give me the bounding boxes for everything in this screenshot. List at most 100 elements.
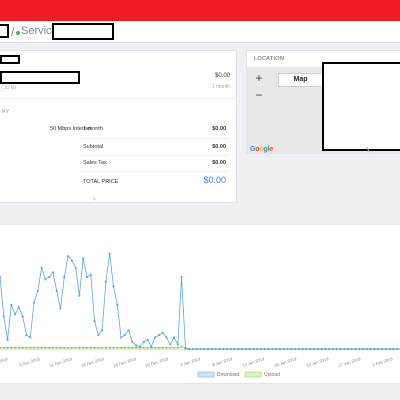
data-point-download <box>32 301 36 304</box>
redacted-box <box>52 23 114 40</box>
data-point-download <box>248 347 251 351</box>
legend-label-download: Download <box>217 372 239 378</box>
data-point-upload <box>89 346 92 349</box>
data-point-download <box>294 347 297 351</box>
zoom-in-button[interactable]: + <box>252 72 266 86</box>
data-point-download <box>384 347 387 351</box>
data-point-download <box>120 336 123 339</box>
data-point-download <box>70 259 73 262</box>
x-tick-label: 13 Jan 2019 <box>241 356 265 368</box>
legend-label-upload: Upload <box>264 372 280 378</box>
data-point-download <box>146 338 149 341</box>
data-point-download <box>82 257 85 260</box>
zoom-out-button[interactable]: − <box>252 89 266 103</box>
data-point-download <box>116 303 119 306</box>
data-point-download <box>343 347 346 351</box>
plan-summary-card: / 10 kb $0.00 1 month RY 50 Mbps Interne… <box>0 50 237 203</box>
chevron-down-icon[interactable]: ˅ <box>93 197 96 203</box>
data-point-download <box>312 347 316 351</box>
data-point-download <box>392 347 395 351</box>
data-point-upload <box>101 346 104 349</box>
total-price-label: TOTAL PRICE <box>83 179 119 185</box>
data-point-download <box>324 347 327 351</box>
x-tick-label: 24 Dec 2019 <box>113 356 138 368</box>
data-point-download <box>131 340 134 344</box>
divider <box>0 98 236 99</box>
data-point-download <box>252 347 255 351</box>
data-point-download <box>358 347 361 351</box>
data-point-download <box>0 276 2 279</box>
data-point-upload <box>116 346 119 349</box>
data-point-upload <box>29 346 32 349</box>
data-point-upload <box>112 346 115 349</box>
data-point-upload <box>180 345 183 348</box>
data-point-upload <box>55 346 58 349</box>
data-point-download <box>396 347 399 351</box>
data-point-download <box>172 336 176 339</box>
data-point-download <box>278 347 281 351</box>
data-point-download <box>150 345 153 348</box>
data-point-download <box>222 347 225 351</box>
data-point-upload <box>127 346 130 349</box>
data-point-download <box>55 289 58 293</box>
data-point-download <box>241 347 244 351</box>
data-point-upload <box>97 346 100 349</box>
data-point-upload <box>36 346 39 349</box>
data-point-download <box>25 334 28 337</box>
map-view[interactable]: + − Map Google <box>247 62 400 153</box>
legend-swatch-upload <box>244 371 262 378</box>
x-tick-label: 9 Dec 2019 <box>18 356 41 368</box>
data-point-download <box>282 347 285 351</box>
data-point-download <box>229 347 232 351</box>
data-point-download <box>354 347 357 351</box>
data-point-upload <box>2 346 5 349</box>
data-point-download <box>59 307 62 310</box>
data-point-upload <box>123 346 126 349</box>
data-point-upload <box>59 346 62 349</box>
data-point-upload <box>70 346 73 349</box>
data-point-download <box>256 347 259 351</box>
data-point-upload <box>17 346 20 349</box>
plan-subtitle: / 10 kb <box>1 85 17 91</box>
data-point-upload <box>21 346 24 349</box>
x-tick-label: 3 Jan 2019 <box>180 356 202 367</box>
data-point-download <box>191 347 194 351</box>
data-point-download <box>328 347 331 351</box>
data-point-upload <box>67 346 70 349</box>
data-point-download <box>180 276 183 279</box>
x-tick-label: 2 Feb 2019 <box>372 356 394 368</box>
summary-row-label: Sales Tax <box>83 160 107 166</box>
data-point-upload <box>165 346 168 349</box>
data-point-download <box>225 347 229 351</box>
data-point-download <box>305 347 308 351</box>
data-point-upload <box>63 346 66 349</box>
data-point-download <box>275 347 278 351</box>
data-point-download <box>350 347 353 351</box>
usage-chart-card: 4 Dec 2019 9 Dec 2019 14 Dec 2019 18 Dec 20… <box>0 224 400 384</box>
data-point-download <box>44 278 47 281</box>
x-tick-label: 4 Dec 2019 <box>0 356 9 368</box>
data-point-upload <box>169 346 172 349</box>
map-type-button[interactable]: Map <box>278 73 323 87</box>
data-point-download <box>271 347 274 351</box>
data-point-download <box>210 347 213 351</box>
data-point-download <box>346 347 350 351</box>
data-point-download <box>290 347 293 351</box>
data-point-download <box>244 347 247 351</box>
data-point-upload <box>82 346 85 349</box>
summary-row-label: Subtotal <box>83 144 104 150</box>
data-point-download <box>78 294 81 297</box>
x-tick-label: 8 Jan 2019 <box>212 356 234 367</box>
x-tick-label: 29 Dec 2019 <box>145 356 170 368</box>
data-point-download <box>203 347 206 351</box>
divider <box>80 171 230 172</box>
data-point-upload <box>32 346 36 349</box>
data-point-download <box>381 347 384 351</box>
data-point-upload <box>157 346 160 349</box>
summary-row-value: $0.00 <box>212 144 226 150</box>
data-point-download <box>127 329 130 332</box>
breadcrumb: / Service <box>0 21 400 43</box>
data-point-upload <box>25 346 28 349</box>
status-dot-icon <box>16 31 20 35</box>
data-point-download <box>161 331 164 334</box>
